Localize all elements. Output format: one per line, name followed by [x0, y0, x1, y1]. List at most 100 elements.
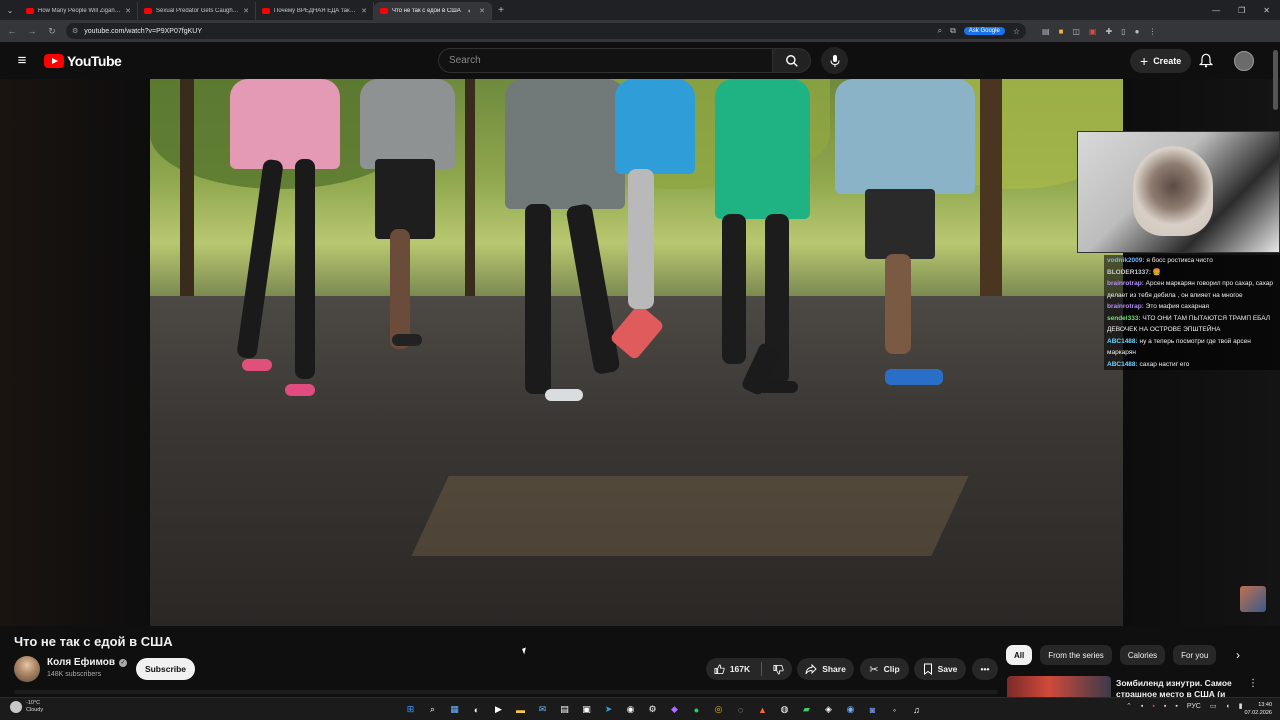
- puzzle-icon[interactable]: ✚: [1106, 27, 1113, 36]
- tray-app-icon[interactable]: ▪: [1175, 703, 1177, 710]
- site-info-icon[interactable]: ⚙: [72, 27, 78, 35]
- extension-icon[interactable]: ■: [1059, 27, 1064, 36]
- close-tab-icon[interactable]: ✕: [243, 7, 249, 15]
- taskbar-clock[interactable]: 13:40 07.02.2026: [1238, 701, 1272, 717]
- forward-icon[interactable]: →: [26, 26, 38, 36]
- close-window-icon[interactable]: ✕: [1263, 6, 1270, 15]
- weather-condition: Cloudy: [26, 707, 44, 713]
- browser-tab-active[interactable]: Что не так с едой в США ◖ ✕: [374, 2, 492, 20]
- filter-chip[interactable]: For you: [1173, 645, 1217, 665]
- close-tab-icon[interactable]: ✕: [479, 7, 485, 15]
- video-player[interactable]: [150, 79, 1123, 626]
- tray-chevron-icon[interactable]: ⌃: [1126, 702, 1132, 710]
- extension-icon[interactable]: ▣: [1089, 27, 1097, 36]
- notifications-bell-icon[interactable]: [1198, 53, 1214, 71]
- scrollbar-thumb[interactable]: [1273, 50, 1278, 110]
- app-icon[interactable]: ◍: [776, 701, 793, 718]
- app-icon[interactable]: ◆: [666, 701, 683, 718]
- language-indicator[interactable]: РУС: [1187, 703, 1201, 710]
- terminal-icon[interactable]: ▶: [490, 701, 507, 718]
- app-icon[interactable]: ▰: [798, 701, 815, 718]
- menu-icon[interactable]: ⋮: [1148, 27, 1156, 36]
- weather-widget[interactable]: -10°C Cloudy: [10, 700, 43, 714]
- tray-app-icon[interactable]: ▪: [1141, 703, 1143, 710]
- like-button[interactable]: 167K: [714, 664, 750, 675]
- address-bar[interactable]: ⚙ youtube.com/watch?v=P9XP07fgKUY ⌕ ⧉ As…: [66, 23, 1026, 39]
- search-input[interactable]: [438, 48, 773, 73]
- save-button[interactable]: Save: [914, 658, 966, 680]
- tray-app-icon[interactable]: ▪: [1164, 703, 1166, 710]
- create-button[interactable]: + Create: [1130, 49, 1192, 73]
- spotify-icon[interactable]: ●: [688, 701, 705, 718]
- page-scrollbar[interactable]: [1273, 50, 1278, 690]
- sidebar-icon[interactable]: ▯: [1121, 27, 1125, 36]
- browser-tab[interactable]: Почему ВРЕДНАЯ ЕДА такая... ✕: [256, 2, 374, 20]
- maximize-icon[interactable]: ❐: [1238, 6, 1245, 15]
- thumbs-down-icon[interactable]: [773, 664, 784, 675]
- taskbar-search-icon[interactable]: ⌕: [424, 701, 441, 718]
- chrome-icon[interactable]: ◎: [710, 701, 727, 718]
- music-icon[interactable]: ♫: [908, 701, 925, 718]
- recommended-video-title[interactable]: Зомбиленд изнутри. Самое страшное место …: [1116, 678, 1234, 697]
- discord-icon[interactable]: ◙: [864, 701, 881, 718]
- bookmark-star-icon[interactable]: ☆: [1013, 27, 1020, 36]
- cast-icon[interactable]: ⧉: [950, 26, 956, 36]
- video-frame-decor: [390, 229, 410, 349]
- more-vertical-icon[interactable]: ⋮: [1248, 678, 1258, 689]
- volume-icon[interactable]: ◖: [1225, 703, 1229, 710]
- close-tab-icon[interactable]: ✕: [361, 7, 367, 15]
- new-tab-button[interactable]: +: [492, 5, 510, 16]
- app-icon[interactable]: ▲: [754, 701, 771, 718]
- extension-icon[interactable]: ▤: [1042, 27, 1050, 36]
- app-icon[interactable]: ◈: [820, 701, 837, 718]
- app-icon[interactable]: ◦: [886, 701, 903, 718]
- corner-thumbnail[interactable]: [1240, 586, 1266, 612]
- network-icon[interactable]: ▭: [1210, 702, 1217, 710]
- video-frame-decor: [285, 384, 315, 396]
- zoom-icon[interactable]: ⌕: [938, 26, 942, 36]
- filter-chip[interactable]: Calories: [1119, 645, 1166, 665]
- filter-chip[interactable]: All: [1006, 645, 1033, 665]
- minimize-icon[interactable]: —: [1212, 6, 1220, 15]
- hamburger-menu-icon[interactable]: ≡: [0, 52, 44, 69]
- extension-icon[interactable]: ◫: [1072, 27, 1080, 36]
- share-button[interactable]: Share: [797, 658, 854, 680]
- app-icon[interactable]: ▤: [556, 701, 573, 718]
- channel-avatar[interactable]: [14, 656, 40, 682]
- calendar-icon[interactable]: ▣: [578, 701, 595, 718]
- ask-google-button[interactable]: Ask Google: [963, 27, 1005, 35]
- channel-name-row[interactable]: Коля Ефимов ✓: [47, 657, 128, 668]
- back-icon[interactable]: ←: [6, 26, 18, 36]
- steam-icon[interactable]: ◉: [622, 701, 639, 718]
- recommended-video-thumbnail[interactable]: [1007, 676, 1111, 697]
- reload-icon[interactable]: ↻: [46, 26, 58, 37]
- user-avatar[interactable]: [1234, 51, 1254, 71]
- browser-icon[interactable]: ◉: [842, 701, 859, 718]
- settings-icon[interactable]: ⚙: [644, 701, 661, 718]
- file-explorer-icon[interactable]: ▬: [512, 701, 529, 718]
- browser-tab[interactable]: Sexual Predator Gets Caught in... ✕: [138, 2, 256, 20]
- app-icon[interactable]: ◌: [732, 701, 749, 718]
- clip-button[interactable]: ✂ Clip: [860, 658, 909, 680]
- tab-search-icon[interactable]: ⌄: [0, 0, 20, 20]
- widgets-icon[interactable]: ▦: [446, 701, 463, 718]
- audio-icon[interactable]: ◖: [467, 8, 471, 15]
- chevron-right-icon[interactable]: ›: [1236, 648, 1240, 662]
- more-actions-button[interactable]: •••: [972, 658, 998, 680]
- youtube-logo[interactable]: YouTube: [44, 53, 122, 69]
- channel-name[interactable]: Коля Ефимов: [47, 657, 115, 668]
- tray-app-icon[interactable]: ▪: [1152, 703, 1154, 710]
- profile-icon[interactable]: ●: [1135, 27, 1140, 36]
- browser-tab[interactable]: How Many People Will Zigant... ✕: [20, 2, 138, 20]
- filter-chip[interactable]: From the series: [1040, 645, 1112, 665]
- search-button[interactable]: [773, 48, 811, 73]
- subscribe-button[interactable]: Subscribe: [136, 658, 195, 680]
- close-tab-icon[interactable]: ✕: [125, 7, 131, 15]
- copilot-icon[interactable]: ◐: [468, 701, 485, 718]
- voice-search-button[interactable]: [821, 47, 848, 74]
- tab-title: Что не так с едой в США: [392, 8, 461, 14]
- mail-icon[interactable]: ✉: [534, 701, 551, 718]
- windows-start-icon[interactable]: ⊞: [402, 701, 419, 718]
- telegram-icon[interactable]: ➤: [600, 701, 617, 718]
- taskbar-apps: ⊞ ⌕ ▦ ◐ ▶ ▬ ✉ ▤ ▣ ➤ ◉ ⚙ ◆ ● ◎ ◌ ▲ ◍ ▰ ◈ …: [402, 701, 925, 718]
